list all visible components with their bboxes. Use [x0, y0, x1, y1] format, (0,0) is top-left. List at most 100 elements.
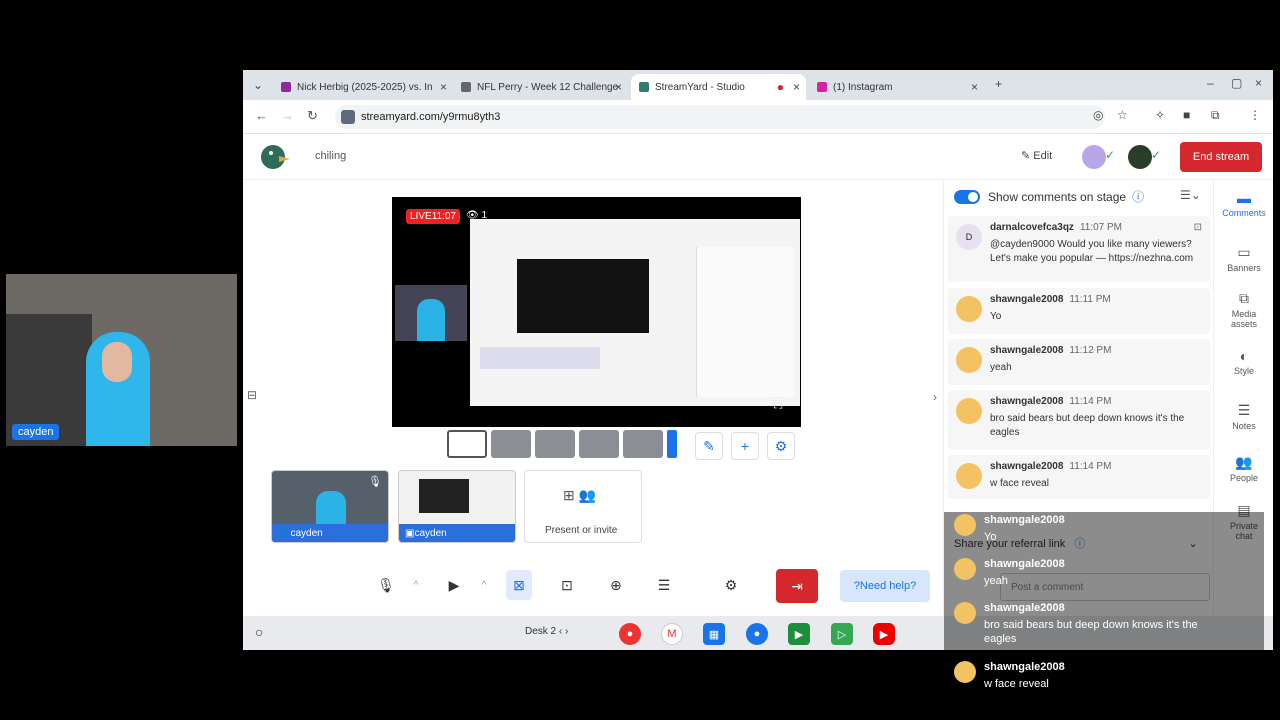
help-button[interactable]: ? Need help?	[840, 570, 930, 602]
gmail-icon[interactable]: M	[661, 623, 683, 645]
overlay-message: shawngale2008 bro said bears but deep do…	[954, 602, 1244, 658]
pencil-icon: ✎	[1021, 150, 1034, 162]
comment-text: bro said bears but deep down knows it's …	[990, 413, 1185, 438]
source-name: cayden	[290, 527, 323, 539]
rail-label: Media assets	[1230, 309, 1257, 329]
filter-icon[interactable]: ☰⌄	[1180, 188, 1201, 202]
check-icon: ✓	[1151, 148, 1162, 162]
launcher-icon[interactable]: ○	[255, 624, 263, 640]
chat-app-icon[interactable]: ●	[746, 623, 768, 645]
comment-item[interactable]: shawngale2008 11:12 PM yeah	[948, 339, 1210, 385]
avatar	[956, 296, 982, 322]
rail-banners[interactable]: ▭ Banners	[1214, 244, 1273, 273]
extension-icon[interactable]: ✧	[1155, 108, 1165, 122]
comment-item[interactable]: shawngale2008 11:14 PM bro said bears but…	[948, 390, 1210, 450]
share-screen-icon[interactable]: ⊡	[554, 570, 580, 600]
add-layout-button[interactable]: +	[731, 432, 759, 460]
meet-icon[interactable]: ▶	[788, 623, 810, 645]
source-tile-camera[interactable]: 🎙 👤 cayden	[271, 470, 389, 543]
play-store-icon[interactable]: ▷	[831, 623, 853, 645]
close-icon[interactable]: ×	[615, 80, 622, 94]
source-name: cayden	[414, 527, 447, 539]
back-icon[interactable]: ←	[255, 108, 268, 123]
invite-icon[interactable]: ⊕	[603, 570, 629, 600]
menu-icon[interactable]: ⋮	[1249, 108, 1261, 122]
toggle-switch[interactable]	[954, 189, 980, 204]
chrome-icon[interactable]: ●	[619, 623, 641, 645]
end-stream-button[interactable]: End stream	[1180, 142, 1262, 172]
webcam-name-label: cayden	[12, 424, 60, 440]
help-icon[interactable]: ⓘ	[1132, 188, 1144, 205]
leave-studio-button[interactable]: ⇥	[776, 569, 818, 603]
present-or-invite-button[interactable]: ⊞ 👥 Present or invite	[524, 470, 642, 543]
eye-off-icon[interactable]: ◎	[1093, 108, 1103, 122]
site-info-icon[interactable]	[341, 110, 355, 124]
layout-group[interactable]	[491, 430, 531, 458]
close-icon[interactable]: ×	[440, 80, 447, 94]
url-field[interactable]: streamyard.com/y9rmu8yth3	[335, 105, 1105, 129]
stop-share-icon[interactable]: ⊠	[506, 570, 532, 600]
live-time: 11:07	[431, 211, 456, 222]
panel-collapse-icon[interactable]: ⊟	[247, 388, 257, 402]
comment-time: 11:11 PM	[1069, 294, 1111, 305]
layout-leader[interactable]	[579, 430, 619, 458]
reload-icon[interactable]: ↻	[307, 108, 318, 124]
minimize-icon[interactable]: –	[1207, 76, 1214, 90]
mic-icon[interactable]: 🎙	[373, 570, 399, 600]
tab-label: Nick Herbig (2025-2025) vs. In	[297, 81, 433, 93]
rail-media-assets[interactable]: ⧉ Media assets	[1214, 290, 1273, 329]
calendar-icon[interactable]: ▦	[703, 623, 725, 645]
fullscreen-icon[interactable]: ⛶	[774, 397, 782, 412]
forward-icon[interactable]: →	[281, 108, 294, 123]
banner-icon[interactable]: ☰	[651, 570, 677, 600]
add-to-stage-icon[interactable]: ⊡	[1194, 222, 1202, 233]
author-name: darnalcovefca3qz	[990, 222, 1074, 233]
overlay-author: shawngale2008	[984, 602, 1065, 614]
tab-search-icon[interactable]: ⌄	[253, 78, 263, 92]
tab-nfl[interactable]: NFL Perry - Week 12 Challenge ×	[453, 74, 628, 100]
layout-screen[interactable]	[623, 430, 663, 458]
camera-icon[interactable]: ▶	[441, 570, 467, 600]
author-name: shawngale2008	[990, 294, 1064, 305]
edit-button[interactable]: ✎ Edit	[1021, 149, 1052, 162]
comment-item[interactable]: shawngale2008 11:11 PM Yo	[948, 288, 1210, 334]
layout-group-2[interactable]	[535, 430, 575, 458]
maximize-icon[interactable]: ▢	[1231, 76, 1242, 90]
window-close-icon[interactable]: ×	[1255, 76, 1262, 90]
destination-avatar[interactable]	[1082, 145, 1106, 169]
tab-herbig[interactable]: Nick Herbig (2025-2025) vs. In ×	[273, 74, 453, 100]
chevron-right-icon[interactable]: ›	[933, 390, 937, 404]
shield-icon[interactable]: ■	[1183, 108, 1190, 122]
rail-style[interactable]: ◐ Style	[1214, 348, 1273, 376]
star-icon[interactable]: ☆	[1117, 108, 1128, 122]
people-icon: 👥	[1235, 454, 1253, 470]
puzzle-icon[interactable]: ⧉	[1211, 108, 1220, 123]
show-comments-toggle[interactable]: Show comments on stage ⓘ	[954, 188, 1144, 205]
tab-streamyard[interactable]: StreamYard - Studio ● ×	[631, 74, 806, 100]
tab-label: StreamYard - Studio	[655, 81, 745, 93]
destination-avatar[interactable]	[1128, 145, 1152, 169]
close-icon[interactable]: ×	[793, 80, 800, 94]
source-tile-screen[interactable]: ▣ cayden	[398, 470, 516, 543]
layout-more-icon[interactable]	[667, 430, 677, 458]
close-icon[interactable]: ×	[971, 80, 978, 94]
rail-comments[interactable]: ▬ Comments	[1214, 190, 1273, 218]
mic-icon[interactable]: 🎙	[368, 475, 382, 488]
edit-layout-button[interactable]: ✎	[695, 432, 723, 460]
person-face	[102, 342, 132, 382]
rail-notes[interactable]: ☰ Notes	[1214, 402, 1273, 431]
desk-switcher[interactable]: Desk 2 ‹ ›	[525, 626, 568, 637]
avatar	[956, 347, 982, 373]
settings-icon[interactable]: ⚙	[718, 570, 744, 600]
stage-settings-button[interactable]: ⚙	[767, 432, 795, 460]
rail-people[interactable]: 👥 People	[1214, 454, 1273, 483]
chevron-up-icon[interactable]: ^	[471, 570, 497, 600]
layout-solo[interactable]	[447, 430, 487, 458]
comment-item[interactable]: shawngale2008 11:14 PM w face reveal	[948, 455, 1210, 499]
tab-instagram[interactable]: (1) Instagram ×	[809, 74, 984, 100]
chevron-up-icon[interactable]: ^	[403, 570, 429, 600]
overlay-author: shawngale2008	[984, 558, 1065, 570]
new-tab-icon[interactable]: +	[995, 77, 1002, 91]
youtube-icon[interactable]: ▶	[873, 623, 895, 645]
broadcast-title[interactable]: chiling	[315, 150, 346, 162]
